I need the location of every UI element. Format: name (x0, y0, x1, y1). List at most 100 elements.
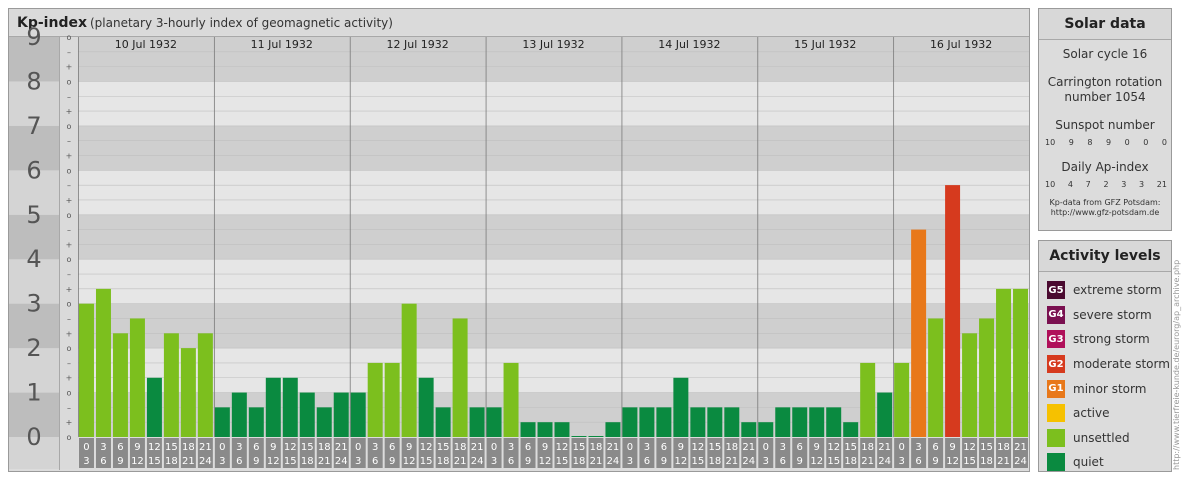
kp-bar (520, 422, 536, 437)
kp-bar (996, 288, 1012, 437)
ap-value: 7 (1085, 180, 1091, 189)
y-minor-tick: o (67, 77, 72, 86)
kp-chart-svg: Kp-index (planetary 3-hourly index of geo… (8, 8, 1030, 472)
sunspot-value: 0 (1161, 138, 1167, 147)
x-tick-end: 21 (725, 456, 738, 467)
x-tick-start: 12 (827, 442, 840, 453)
day-label: 14 Jul 1932 (658, 38, 720, 51)
kp-bar (248, 407, 264, 437)
legend-swatch: G3 (1047, 330, 1065, 349)
kp-index-chart: Kp-index (planetary 3-hourly index of geo… (8, 8, 1030, 472)
kp-bar (962, 333, 978, 437)
kp-bar (163, 333, 179, 437)
x-tick-end: 12 (267, 456, 280, 467)
sunspot-values: 10 9 8 9 0 0 0 (1039, 138, 1171, 147)
kp-bar (418, 377, 434, 437)
x-tick-start: 9 (134, 442, 140, 453)
activity-levels-panel: Activity levels G5 extreme storm G4 severe … (1038, 240, 1172, 472)
x-tick-end: 18 (844, 456, 857, 467)
ap-value: 10 (1045, 180, 1056, 189)
legend-swatch (1047, 428, 1065, 447)
x-tick-start: 0 (491, 442, 497, 453)
x-tick-end: 15 (827, 456, 840, 467)
x-tick-start: 12 (556, 442, 569, 453)
kp-bar (843, 422, 859, 437)
x-tick-start: 15 (301, 442, 314, 453)
sunspot-value: 8 (1087, 138, 1093, 147)
x-tick-end: 21 (318, 456, 331, 467)
x-tick-start: 3 (915, 442, 921, 453)
y-minor-tick: + (66, 418, 73, 427)
x-tick-start: 3 (508, 442, 514, 453)
day-label: 15 Jul 1932 (794, 38, 856, 51)
x-tick-end: 6 (915, 456, 921, 467)
x-tick-end: 3 (83, 456, 89, 467)
legend-item-moderate-storm: G2 moderate storm (1039, 352, 1171, 377)
kp-bar (605, 422, 621, 437)
credit-link[interactable]: http://www.gfz-potsdam.de (1039, 208, 1171, 218)
y-minor-tick: – (67, 270, 71, 279)
x-tick-end: 15 (420, 456, 433, 467)
x-tick-end: 15 (963, 456, 976, 467)
y-minor-tick: – (67, 314, 71, 323)
x-tick-start: 21 (471, 442, 484, 453)
x-tick-end: 24 (471, 456, 484, 467)
x-tick-end: 6 (236, 456, 242, 467)
x-tick-start: 12 (284, 442, 297, 453)
kp-bar (197, 333, 213, 437)
x-tick-end: 21 (861, 456, 874, 467)
x-tick-start: 18 (997, 442, 1010, 453)
kp-bar (690, 407, 706, 437)
legend-label: extreme storm (1073, 283, 1162, 298)
kp-bar (231, 392, 247, 437)
kp-bar (741, 422, 757, 437)
plot-band (78, 81, 1029, 126)
kp-bar (758, 422, 774, 437)
y-minor-tick: – (67, 92, 71, 101)
plot-band (78, 170, 1029, 215)
x-tick-start: 12 (420, 442, 433, 453)
y-tick-label: 6 (26, 156, 41, 184)
x-tick-start: 0 (219, 442, 225, 453)
kp-bar (367, 362, 383, 437)
plot-band (78, 214, 1029, 260)
y-minor-tick: o (67, 300, 72, 309)
x-tick-start: 9 (542, 442, 548, 453)
x-tick-end: 18 (980, 456, 993, 467)
y-minor-tick: + (66, 107, 73, 116)
x-tick-start: 9 (406, 442, 412, 453)
x-tick-end: 3 (627, 456, 633, 467)
x-tick-start: 21 (335, 442, 348, 453)
data-credit: Kp-data from GFZ Potsdam: http://www.gfz… (1039, 198, 1171, 218)
y-tick-label: 8 (26, 67, 41, 95)
y-minor-tick: – (67, 137, 71, 146)
kp-bar (894, 362, 910, 437)
x-tick-end: 6 (644, 456, 650, 467)
x-tick-end: 24 (607, 456, 620, 467)
x-tick-end: 24 (335, 456, 348, 467)
y-minor-tick: + (66, 374, 73, 383)
kp-bar (639, 407, 655, 437)
x-tick-end: 9 (389, 456, 395, 467)
x-tick-end: 6 (508, 456, 514, 467)
kp-bar (129, 318, 145, 437)
x-tick-end: 21 (454, 456, 467, 467)
chart-subtitle: (planetary 3-hourly index of geomagnetic… (90, 16, 393, 30)
x-tick-end: 18 (165, 456, 178, 467)
kp-bar (622, 407, 638, 437)
x-tick-start: 18 (182, 442, 195, 453)
x-tick-end: 24 (1014, 456, 1027, 467)
x-tick-start: 0 (763, 442, 769, 453)
x-tick-end: 9 (525, 456, 531, 467)
legend-label: minor storm (1073, 381, 1147, 396)
x-tick-end: 15 (556, 456, 569, 467)
y-minor-tick: + (66, 63, 73, 72)
y-minor-tick: + (66, 196, 73, 205)
x-tick-end: 6 (372, 456, 378, 467)
legend-swatch: G1 (1047, 379, 1065, 398)
kp-bar (350, 392, 366, 437)
y-tick-label: 0 (26, 423, 41, 451)
day-label: 12 Jul 1932 (387, 38, 449, 51)
kp-bar (146, 377, 162, 437)
kp-bar (299, 392, 315, 437)
